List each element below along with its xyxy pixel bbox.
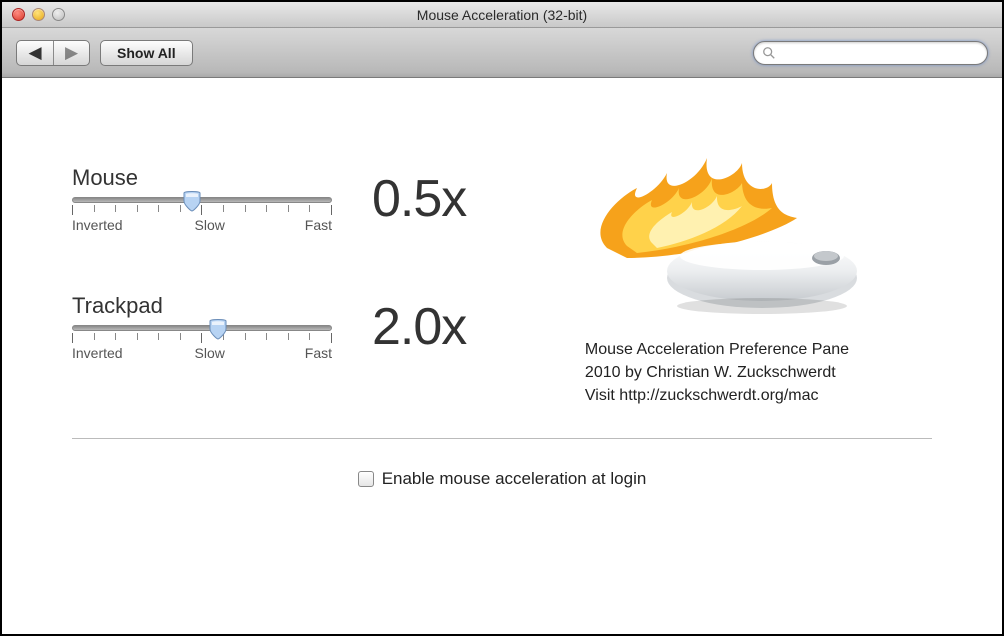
zoom-window-button[interactable] (52, 8, 65, 21)
mouse-slider-tick-labels: Inverted Slow Fast (72, 217, 332, 233)
mouse-tick-left: Inverted (72, 217, 123, 233)
forward-icon: ▶ (65, 44, 78, 61)
trackpad-tick-right: Fast (305, 345, 332, 361)
toolbar: ◀ ▶ Show All (2, 28, 1002, 78)
mouse-slider-thumb[interactable] (182, 191, 202, 213)
login-checkbox[interactable] (358, 471, 374, 487)
mouse-value: 0.5x (372, 169, 466, 229)
window-controls (12, 8, 65, 21)
divider (72, 438, 932, 439)
trackpad-slider-thumb[interactable] (208, 319, 228, 341)
back-icon: ◀ (28, 44, 41, 61)
minimize-window-button[interactable] (32, 8, 45, 21)
trackpad-slider[interactable]: Inverted Slow Fast (72, 325, 332, 361)
mouse-slider[interactable]: Inverted Slow Fast (72, 197, 332, 233)
forward-button[interactable]: ▶ (53, 41, 89, 65)
back-button[interactable]: ◀ (17, 41, 53, 65)
trackpad-tick-mid: Slow (195, 345, 225, 361)
credit-line3: Visit http://zuckschwerdt.org/mac (585, 384, 849, 407)
search-icon (762, 46, 776, 60)
content-area: Mouse Inverted Slow Fast (2, 78, 1002, 489)
mouse-slider-block: Mouse Inverted Slow Fast (72, 165, 502, 233)
login-checkbox-label: Enable mouse acceleration at login (382, 469, 647, 489)
trackpad-slider-block: Trackpad Inverted Slow Fast (72, 293, 502, 361)
mouse-slider-ticks (72, 205, 332, 215)
close-window-button[interactable] (12, 8, 25, 21)
flaming-mouse-icon (567, 138, 867, 318)
credit-text: Mouse Acceleration Preference Pane 2010 … (585, 338, 849, 408)
nav-buttons: ◀ ▶ (16, 40, 90, 66)
credit-line2: 2010 by Christian W. Zuckschwerdt (585, 361, 849, 384)
search-field-wrap[interactable] (753, 41, 988, 65)
trackpad-value: 2.0x (372, 297, 466, 357)
trackpad-tick-left: Inverted (72, 345, 123, 361)
right-column: Mouse Acceleration Preference Pane 2010 … (502, 138, 932, 408)
trackpad-slider-tick-labels: Inverted Slow Fast (72, 345, 332, 361)
login-checkbox-row[interactable]: Enable mouse acceleration at login (72, 469, 932, 489)
mouse-tick-mid: Slow (195, 217, 225, 233)
credit-line1: Mouse Acceleration Preference Pane (585, 338, 849, 361)
show-all-button[interactable]: Show All (100, 40, 193, 66)
titlebar: Mouse Acceleration (32-bit) (2, 2, 1002, 28)
search-input[interactable] (780, 45, 979, 60)
trackpad-slider-ticks (72, 333, 332, 343)
window-title: Mouse Acceleration (32-bit) (2, 7, 1002, 23)
mouse-tick-right: Fast (305, 217, 332, 233)
